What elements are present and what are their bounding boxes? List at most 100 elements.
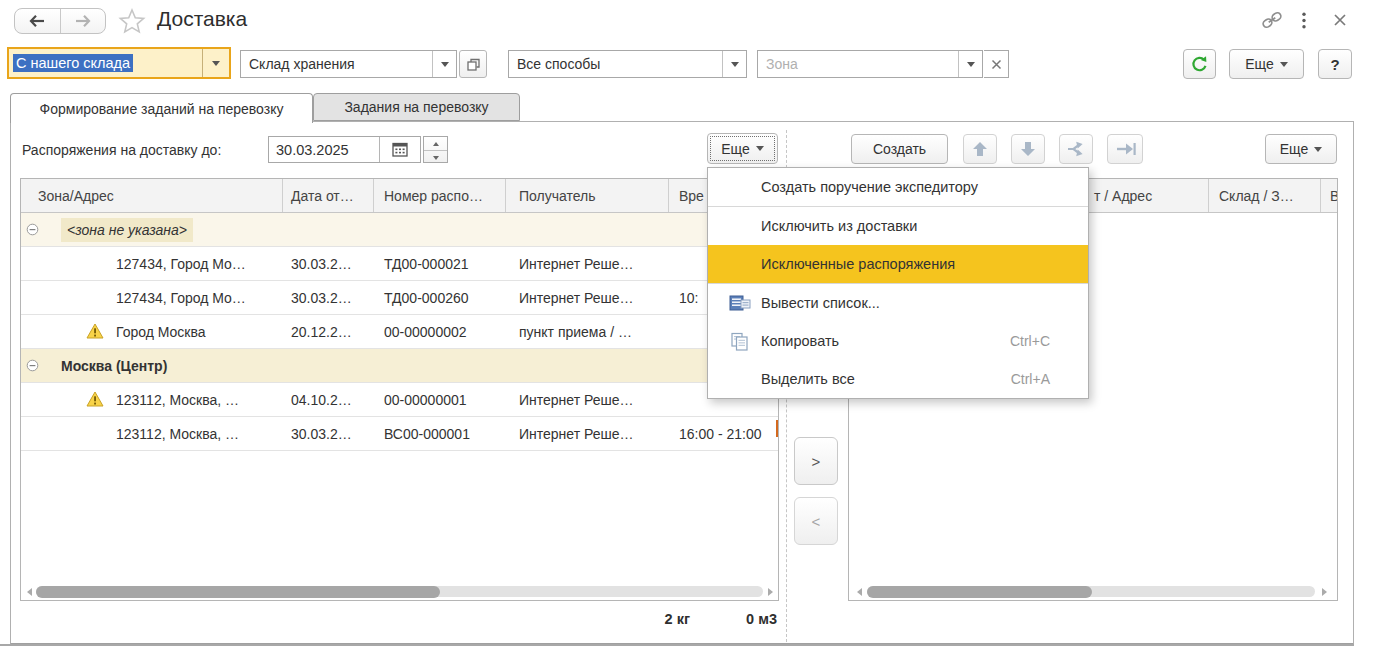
favorite-star-icon[interactable] (118, 8, 146, 34)
warehouse-dropdown-arrow[interactable] (432, 51, 456, 77)
orders-table-body: <зона не указана>127434, Город Мо…30.03.… (21, 213, 778, 451)
methods-combo[interactable]: Все способы (508, 50, 747, 78)
caret-down-icon (1314, 147, 1322, 152)
scrollbar-thumb[interactable] (867, 586, 1092, 598)
caret-down-icon (441, 62, 449, 67)
menu-item[interactable]: Выделить всеCtrl+A (708, 360, 1088, 398)
forward-button[interactable] (61, 9, 106, 33)
menu-item[interactable]: Создать поручение экспедитору (708, 168, 1088, 206)
warehouse-combo[interactable]: Склад хранения (240, 50, 457, 78)
collapse-icon[interactable] (26, 359, 39, 372)
move-down-button[interactable] (1011, 134, 1045, 164)
date-input[interactable]: 30.03.2025 (269, 137, 379, 162)
spinner-up-button[interactable] (424, 137, 447, 151)
caret-down-icon (212, 61, 220, 66)
cell-date: 30.03.2… (283, 247, 374, 280)
right-more-label: Еще (1280, 141, 1309, 157)
tab-forming-transport-tasks[interactable]: Формирование заданий на перевозку (10, 93, 313, 123)
scroll-right-icon[interactable] (1321, 587, 1329, 597)
scrollbar-thumb[interactable] (36, 586, 440, 598)
create-button[interactable]: Создать (851, 134, 948, 164)
transfer-right-button[interactable]: > (794, 437, 838, 485)
transfer-left-button[interactable]: < (794, 497, 838, 545)
scroll-left-icon[interactable] (25, 587, 33, 597)
menu-item[interactable]: Исключенные распоряжения (708, 245, 1088, 283)
cell-recipient: Интернет Реше… (506, 383, 669, 416)
order-row[interactable]: 123112, Москва, …30.03.2…ВС00-000001Инте… (21, 417, 778, 451)
column-header[interactable]: Зона/Адрес (21, 179, 283, 212)
menu-item-shortcut: Ctrl+C (1010, 333, 1050, 349)
column-header[interactable]: Дата от… (283, 179, 374, 212)
scroll-right-icon[interactable] (767, 587, 775, 597)
warehouse-choose-button[interactable] (459, 50, 487, 78)
arrow-up-icon (970, 140, 990, 158)
group-row[interactable]: Москва (Центр) (21, 349, 778, 383)
menu-item[interactable]: Копировать Ctrl+C (708, 322, 1088, 360)
split-arrows-icon (1066, 140, 1086, 158)
order-row[interactable]: 123112, Москва, …04.10.2…00-00000001Инте… (21, 383, 778, 417)
spinner-down-button[interactable] (424, 151, 447, 164)
group-row[interactable]: <зона не указана> (21, 213, 778, 247)
column-header[interactable]: Склад / З… (1209, 179, 1321, 212)
refresh-icon (1190, 55, 1209, 74)
cell-recipient: Интернет Реше… (506, 281, 669, 314)
cell-date: 20.12.2… (283, 315, 374, 348)
help-button[interactable]: ? (1318, 49, 1352, 79)
menu-item-label: Создать поручение экспедитору (761, 179, 978, 195)
copy-icon (730, 332, 750, 351)
date-calendar-button[interactable] (379, 137, 420, 162)
column-header[interactable]: Получатель (506, 179, 669, 212)
tab-transport-tasks[interactable]: Задания на перевозку (313, 93, 520, 121)
transfer-right-label: > (812, 453, 821, 470)
order-row[interactable]: 127434, Город Мо… 30.03.2…ТД00-000260Инте… (21, 281, 778, 315)
collapse-icon[interactable] (26, 223, 39, 236)
order-row[interactable]: Город Москва20.12.2…00-00000002пункт при… (21, 315, 778, 349)
move-up-button[interactable] (963, 134, 997, 164)
warehouse-value: Склад хранения (249, 56, 355, 72)
orders-table: Зона/АдресДата от…Номер распо…Получатель… (20, 178, 779, 601)
tab-label: Задания на перевозку (344, 99, 488, 115)
delivery-type-combo[interactable]: С нашего склада (7, 47, 231, 79)
cell-number: 00-00000002 (374, 315, 506, 348)
menu-item-label: Копировать (761, 333, 839, 349)
left-more-label: Еще (721, 141, 750, 157)
menu-item-label: Исключить из доставки (761, 218, 917, 234)
current-cell-cursor (776, 420, 778, 437)
tasks-hscrollbar[interactable] (849, 583, 1337, 601)
close-icon[interactable] (1333, 13, 1347, 27)
back-button[interactable] (15, 9, 61, 33)
cell-number: ТД00-000260 (374, 281, 506, 314)
print-list-icon (729, 294, 751, 313)
link-icon[interactable] (1260, 10, 1284, 30)
form-more-button[interactable]: Еще (1229, 49, 1304, 79)
split-task-button[interactable] (1059, 134, 1093, 164)
warning-icon (86, 323, 104, 339)
orders-hscrollbar[interactable] (21, 583, 778, 601)
menu-item-shortcut: Ctrl+A (1011, 371, 1050, 387)
tab-label: Формирование заданий на перевозку (40, 101, 284, 117)
orders-table-header: Зона/АдресДата от…Номер распо…Получатель… (21, 179, 778, 213)
right-more-button[interactable]: Еще (1265, 134, 1337, 164)
cell-recipient: Интернет Реше… (506, 247, 669, 280)
left-more-button[interactable]: Еще (707, 133, 778, 164)
warning-icon (86, 391, 104, 407)
scroll-left-icon[interactable] (855, 587, 863, 597)
move-to-task-button[interactable] (1107, 134, 1143, 164)
column-header[interactable]: В (1321, 179, 1337, 212)
menu-item[interactable]: Исключить из доставки (708, 207, 1088, 245)
delivery-type-value: С нашего склада (13, 54, 133, 72)
kebab-menu-icon[interactable] (1301, 12, 1307, 29)
zone-dropdown-arrow[interactable] (958, 51, 982, 77)
methods-dropdown-arrow[interactable] (722, 51, 746, 77)
create-label: Создать (873, 141, 926, 157)
cell-time: 16:00 - 21:00 (669, 417, 778, 450)
order-row[interactable]: 127434, Город Мо…30.03.2…ТД00-000021Инте… (21, 247, 778, 281)
column-header[interactable]: Номер распо… (374, 179, 506, 212)
cell-address: 127434, Город Мо… (116, 290, 246, 306)
zone-clear-button[interactable] (984, 50, 1009, 78)
menu-item[interactable]: Вывести список... (708, 284, 1088, 322)
refresh-button[interactable] (1183, 49, 1216, 79)
cell-date: 30.03.2… (283, 281, 374, 314)
delivery-type-dropdown-arrow[interactable] (202, 49, 229, 77)
zone-input[interactable]: Зона (757, 50, 983, 78)
